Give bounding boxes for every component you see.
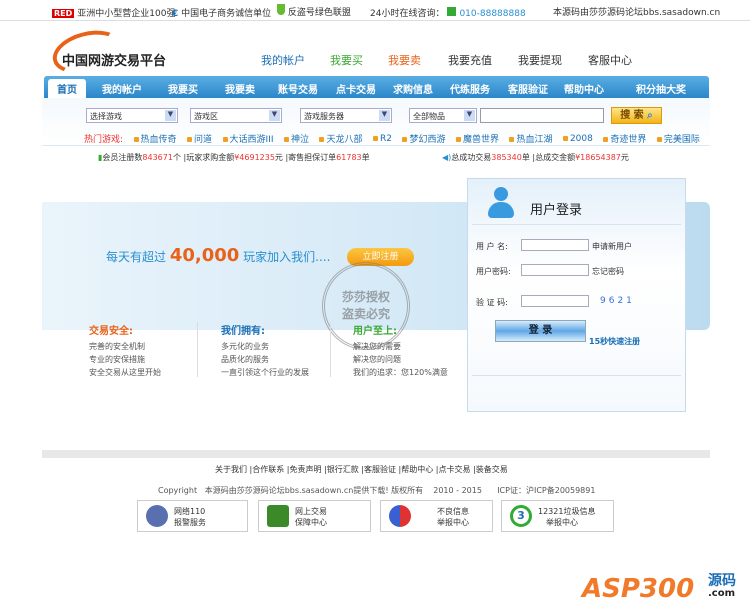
captcha-label: 验 证 码: [476, 298, 508, 307]
footer-link[interactable]: 关于我们 [215, 465, 247, 474]
divider [197, 322, 198, 377]
badge-trade-protection[interactable]: 网上交易 保障中心 [258, 500, 371, 532]
badge-report[interactable]: 不良信息 举报中心 [380, 500, 493, 532]
register-link[interactable]: 申请新用户 [592, 241, 632, 252]
footer-link[interactable]: 合作联系 [252, 465, 284, 474]
captcha-input[interactable] [521, 295, 589, 307]
police-shield-icon [146, 505, 168, 527]
footer-link[interactable]: 点卡交易 [439, 465, 471, 474]
toplink-service[interactable]: 客服中心 [588, 52, 632, 68]
feature-security: 交易安全: 完善的安全机制 专业的安保措施 安全交易从这里开始 [89, 326, 161, 377]
divider [330, 322, 331, 377]
nav-lottery[interactable]: 积分抽大奖 [636, 81, 686, 96]
badge-police[interactable]: 网络110 报警服务 [137, 500, 248, 532]
login-title: 用户登录 [530, 203, 583, 218]
nav-sell[interactable]: 我要卖 [225, 81, 255, 96]
hot-games: 热门游戏: 热血传奇 问道 大话西游III 神泣 天龙八部 R2 梦幻西游 魔兽… [84, 132, 700, 146]
stats-right: ◀)总成功交易385340单 |总成交金额¥18654387元 [442, 153, 629, 162]
hot-game-link[interactable]: 2008 [562, 134, 593, 144]
top-bar: RED 亚洲中小型营企业100强 € 中国电子商务诚信单位 反盗号绿色联盟 24小… [0, 0, 750, 21]
chevron-down-icon: ▼ [464, 110, 475, 121]
hot-game-link[interactable]: 魔兽世界 [455, 132, 499, 145]
source-note: 本源码由莎莎源码论坛bbs.sasadown.cn [553, 8, 721, 18]
hot-label: 热门游戏: [84, 135, 124, 145]
captcha-image[interactable]: 9621 [600, 296, 635, 306]
hot-game-link[interactable]: 神泣 [283, 132, 309, 145]
hot-game-link[interactable]: 天龙八部 [319, 132, 363, 145]
hotline: 24小时在线咨询： 010-88888888 [370, 7, 526, 19]
search-button[interactable]: 搜 索 ⌕ [611, 107, 662, 124]
speaker-icon: ◀) [442, 153, 452, 162]
report-logo-icon [389, 505, 411, 527]
nav-account[interactable]: 我的帐户 [102, 81, 142, 96]
copyright: Copyright 本源码由莎莎源码论坛bbs.sasadown.cn提供下载!… [158, 486, 596, 495]
chevron-down-icon: ▼ [165, 110, 176, 121]
chevron-down-icon: ▼ [379, 110, 390, 121]
divider [472, 224, 681, 225]
nav-home[interactable]: 首页 [48, 79, 86, 98]
hot-game-link[interactable]: 梦幻西游 [402, 132, 445, 145]
divider [472, 375, 681, 376]
main-nav: 首页 我的帐户 我要买 我要卖 账号交易 点卡交易 求购信息 代练服务 客服验证… [44, 76, 709, 98]
forgot-password-link[interactable]: 忘记密码 [592, 266, 624, 277]
nav-leveling[interactable]: 代练服务 [450, 81, 490, 96]
phone-icon [447, 7, 457, 16]
username-label: 用 户 名: [476, 242, 508, 251]
shield-icon [277, 4, 285, 15]
alliance-badge: 反盗号绿色联盟 [277, 4, 351, 18]
integrity-badge: € 中国电子商务诚信单位 [172, 9, 272, 19]
type-select[interactable]: 全部物品 ▼ [409, 108, 477, 123]
area-select[interactable]: 游戏区 ▼ [190, 108, 282, 123]
hot-game-link[interactable]: 大话西游III [222, 132, 274, 145]
footer-link[interactable]: 银行汇款 [327, 465, 359, 474]
stats-left: ▮会员注册数843671个 |玩家求购金额¥4691235元 |寄售担保订单61… [98, 153, 370, 162]
hot-game-link[interactable]: R2 [372, 134, 392, 144]
footer-link[interactable]: 免责声明 [290, 465, 322, 474]
user-icon [488, 187, 514, 219]
feature-services: 我们拥有: 多元化的业务 品质化的服务 一直引领这个行业的发展 [221, 326, 309, 377]
footer-links: 关于我们 |合作联系 |免责声明 |银行汇款 |客服验证 |帮助中心 |点卡交易… [215, 465, 508, 474]
badge-spam-report[interactable]: 3 12321垃圾信息 举报中心 [501, 500, 614, 532]
nav-buy[interactable]: 我要买 [168, 81, 198, 96]
toplink-account[interactable]: 我的帐户 [261, 52, 305, 68]
quick-register-link[interactable]: 15秒快速注册 [589, 336, 640, 347]
nav-account-trade[interactable]: 账号交易 [278, 81, 318, 96]
nav-card-trade[interactable]: 点卡交易 [336, 81, 376, 96]
feature-users: 用户至上: 解决您的需要 解决您的问题 我们的追求：您120%满意 [353, 326, 448, 377]
hot-game-link[interactable]: 奇迹世界 [603, 132, 646, 145]
server-select[interactable]: 游戏服务器 ▼ [300, 108, 392, 123]
site-logo[interactable]: 中国网游交易平台 [48, 23, 182, 81]
magnifier-icon: ⌕ [647, 110, 653, 121]
nav-help[interactable]: 帮助中心 [564, 81, 604, 96]
chevron-down-icon: ▼ [269, 110, 280, 121]
footer-link[interactable]: 客服验证 [364, 465, 396, 474]
password-input[interactable] [521, 264, 589, 276]
nav-verify[interactable]: 客服验证 [508, 81, 548, 96]
hot-game-link[interactable]: 问道 [187, 132, 212, 145]
toplink-buy[interactable]: 我要买 [330, 52, 363, 68]
hot-game-link[interactable]: 完美国际 [656, 132, 700, 145]
footer-bar [42, 450, 710, 458]
login-panel: 用户登录 用 户 名: 申请新用户 用户密码: 忘记密码 验 证 码: 9621… [467, 178, 686, 412]
username-input[interactable] [521, 239, 589, 251]
hot-game-link[interactable]: 热血传奇 [133, 132, 177, 145]
search-input[interactable] [480, 108, 604, 123]
footer-link[interactable]: 帮助中心 [401, 465, 433, 474]
nav-wanted[interactable]: 求购信息 [393, 81, 433, 96]
toplink-recharge[interactable]: 我要充值 [448, 52, 492, 68]
asp300-watermark: ASP300 源码 .com [582, 573, 736, 604]
hot-game-link[interactable]: 热血江湖 [509, 132, 552, 145]
e-icon: € [172, 9, 179, 19]
login-button[interactable]: 登 录 [495, 320, 586, 342]
game-select[interactable]: 选择游戏 ▼ [86, 108, 178, 123]
award-badge: RED 亚洲中小型营企业100强 [52, 9, 176, 19]
banner-slogan: 每天有超过 40,000 玩家加入我们.... [106, 245, 331, 266]
scales-icon [267, 505, 289, 527]
toplink-sell[interactable]: 我要卖 [388, 52, 421, 68]
footer-link[interactable]: 装备交易 [476, 465, 508, 474]
password-label: 用户密码: [476, 267, 511, 276]
toplink-withdraw[interactable]: 我要提现 [518, 52, 562, 68]
12321-icon: 3 [510, 505, 532, 527]
